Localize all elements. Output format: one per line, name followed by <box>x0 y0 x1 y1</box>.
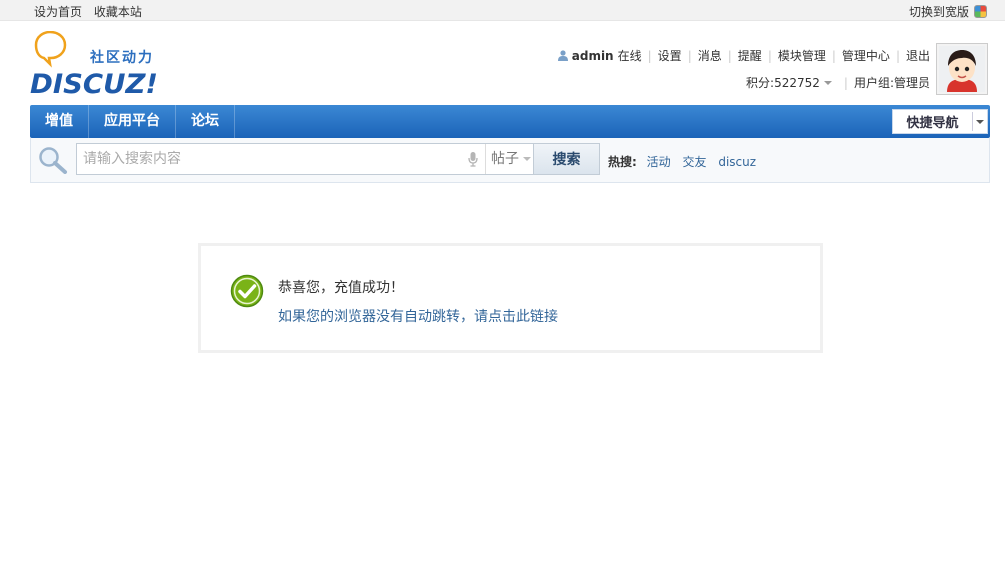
success-check-icon <box>230 274 264 308</box>
divider: | <box>831 48 836 63</box>
switch-wide-link[interactable]: 切换到宽版 <box>909 3 969 20</box>
success-message-title: 恭喜您，充值成功！ <box>278 280 404 296</box>
messages-link[interactable]: 消息 <box>698 47 722 64</box>
username-link[interactable]: admin <box>572 49 614 63</box>
top-bar-left: 设为首页 收藏本站 <box>34 3 150 20</box>
divider: | <box>727 48 732 63</box>
hot-search-label: 热搜: <box>608 155 637 169</box>
avatar[interactable] <box>936 43 988 95</box>
search-input[interactable] <box>77 144 462 174</box>
divider: | <box>767 48 772 63</box>
top-bar-right: 切换到宽版 <box>909 3 987 20</box>
chevron-down-icon <box>523 157 531 161</box>
nav-item-value-added[interactable]: 增值 <box>30 105 89 138</box>
redirect-link[interactable]: 如果您的浏览器没有自动跳转，请点击此链接 <box>278 306 558 326</box>
logo-brand: DISCUZ! <box>30 69 158 100</box>
credits-label: 积分: <box>746 76 775 90</box>
hot-search-link[interactable]: discuz <box>718 155 756 169</box>
quick-nav-button[interactable]: 快捷导航 <box>892 109 988 134</box>
notifications-link[interactable]: 提醒 <box>738 47 762 64</box>
user-nav: admin 在线 | 设置 | 消息 | 提醒 | 模块管理 | 管理中心 | … <box>557 47 930 64</box>
logo-slogan: 社区动力 <box>89 49 154 66</box>
bookmark-link[interactable]: 收藏本站 <box>94 5 142 19</box>
search-type-select[interactable]: 帖子 <box>485 144 533 174</box>
user-group-value[interactable]: 管理员 <box>894 74 930 91</box>
hot-search-link[interactable]: 活动 <box>647 155 671 169</box>
search-button[interactable]: 搜索 <box>533 144 599 174</box>
chevron-down-icon <box>976 119 984 124</box>
quick-nav-label: 快捷导航 <box>893 112 973 131</box>
logout-link[interactable]: 退出 <box>906 47 930 64</box>
user-info: 积分: 522752 | 用户组: 管理员 <box>746 74 930 91</box>
success-message-box: 恭喜您，充值成功！ 如果您的浏览器没有自动跳转，请点击此链接 <box>198 243 823 353</box>
online-status: 在线 <box>617 49 642 63</box>
quick-nav-dropdown[interactable] <box>973 119 987 124</box>
divider: | <box>687 48 692 63</box>
avatar-image-icon <box>939 46 985 92</box>
nav-item-forum[interactable]: 论坛 <box>176 105 235 138</box>
search-type-value: 帖子 <box>491 151 519 167</box>
module-manage-link[interactable]: 模块管理 <box>778 47 826 64</box>
search-box: 帖子 搜索 <box>76 143 600 175</box>
search-bar: 帖子 搜索 热搜: 活动 交友 discuz <box>30 138 990 183</box>
divider: | <box>647 48 652 63</box>
message-inner <box>201 246 820 350</box>
hot-search: 热搜: 活动 交友 discuz <box>608 153 764 170</box>
header: 社区动力 DISCUZ! admin 在线 | 设置 | 消息 | 提醒 | 模… <box>0 21 1005 105</box>
nav-menu: 增值 应用平台 论坛 <box>30 105 990 138</box>
settings-link[interactable]: 设置 <box>658 47 682 64</box>
switch-width-icon[interactable] <box>974 5 987 18</box>
user-group-label: 用户组: <box>853 76 894 90</box>
hot-search-link[interactable]: 交友 <box>682 155 706 169</box>
nav-item-app-platform[interactable]: 应用平台 <box>89 105 176 138</box>
credits-value[interactable]: 522752 <box>774 76 820 90</box>
divider: | <box>895 48 900 63</box>
user-icon <box>557 50 568 61</box>
credits-dropdown-icon[interactable] <box>823 80 832 85</box>
discuz-logo-icon: 社区动力 DISCUZ! <box>30 30 158 100</box>
set-home-link[interactable]: 设为首页 <box>34 5 82 19</box>
divider: | <box>843 75 848 90</box>
main-nav: 增值 应用平台 论坛 快捷导航 <box>30 105 990 138</box>
top-bar: 设为首页 收藏本站 切换到宽版 <box>0 0 1005 21</box>
search-icon <box>39 147 67 174</box>
admin-center-link[interactable]: 管理中心 <box>842 47 890 64</box>
site-logo[interactable]: 社区动力 DISCUZ! <box>30 30 165 101</box>
microphone-icon[interactable] <box>468 152 478 167</box>
